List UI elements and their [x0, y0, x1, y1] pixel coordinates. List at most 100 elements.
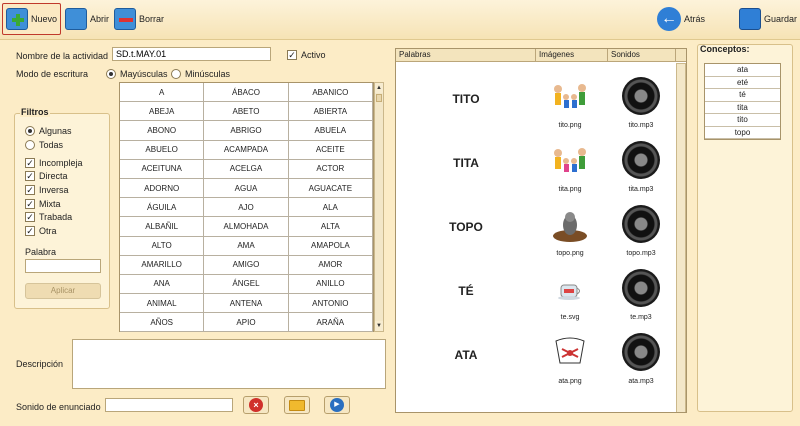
back-button[interactable]: ← Atrás	[654, 3, 708, 35]
delete-button[interactable]: Borrar	[111, 3, 167, 35]
active-checkbox[interactable]: ✓ Activo	[287, 48, 326, 62]
all-label: Todas	[39, 140, 64, 150]
row-sound[interactable]: topo.mp3	[610, 199, 672, 263]
save-button[interactable]: Guardar	[736, 3, 800, 35]
header-words[interactable]: Palabras	[396, 49, 536, 61]
word-cell[interactable]: ANILLO	[288, 274, 373, 295]
clear-sound-button[interactable]: ×	[243, 396, 269, 414]
new-button[interactable]: Nuevo	[2, 3, 62, 35]
word-cell[interactable]: A	[120, 83, 205, 103]
word-cell[interactable]: ALTA	[288, 217, 373, 237]
play-sound-button[interactable]: ▶	[324, 396, 350, 414]
filter-check-0[interactable]: ✓ Incompleja	[25, 156, 83, 170]
some-radio[interactable]: Algunas	[25, 124, 72, 138]
table-scrollbar[interactable]	[676, 63, 686, 412]
table-row[interactable]: TÉ te.svg te.mp3	[396, 263, 676, 327]
filter-check-3[interactable]: ✓ Mixta	[25, 197, 83, 211]
apply-button[interactable]: Aplicar	[25, 283, 101, 299]
word-filter-label: Palabra	[25, 247, 57, 257]
word-cell[interactable]: AMA	[204, 236, 289, 256]
word-cell[interactable]: ANA	[120, 274, 205, 295]
word-cell[interactable]: AMARILLO	[120, 255, 205, 275]
table-row[interactable]: TOPO topo.png topo.mp3	[396, 199, 676, 263]
word-cell[interactable]: AJO	[204, 198, 289, 218]
word-filter-input[interactable]	[25, 259, 101, 273]
word-cell[interactable]: ABEJA	[120, 102, 205, 122]
row-image[interactable]: tito.png	[536, 71, 604, 135]
word-cell[interactable]: ACAMPADA	[204, 140, 289, 160]
word-cell[interactable]: ACEITE	[288, 140, 373, 160]
word-cell[interactable]: ANTENA	[204, 294, 289, 314]
row-sound[interactable]: te.mp3	[610, 263, 672, 327]
word-cell[interactable]: ABONO	[120, 121, 205, 141]
row-sound[interactable]: tito.mp3	[610, 71, 672, 135]
new-label: Nuevo	[31, 14, 58, 24]
sound-filename: tito.mp3	[628, 122, 654, 129]
scroll-down-icon[interactable]: ▼	[375, 321, 383, 331]
row-image[interactable]: ata.png	[536, 327, 604, 391]
word-cell[interactable]: APIO	[204, 313, 289, 333]
row-sound[interactable]: ata.mp3	[610, 327, 672, 391]
word-cell[interactable]: AMIGO	[204, 255, 289, 275]
image-filename: tito.png	[558, 122, 582, 129]
word-cell[interactable]: ADORNO	[120, 178, 205, 199]
open-button[interactable]: Abrir	[62, 3, 112, 35]
word-cell[interactable]: ANTONIO	[288, 294, 373, 314]
concept-item[interactable]: tito	[705, 114, 780, 127]
concept-item[interactable]: topo	[705, 127, 780, 139]
concept-item[interactable]: té	[705, 89, 780, 102]
uppercase-radio[interactable]: Mayúsculas	[106, 67, 168, 81]
filter-check-5[interactable]: ✓ Otra	[25, 224, 83, 238]
row-image[interactable]: topo.png	[536, 199, 604, 263]
header-images[interactable]: Imágenes	[536, 49, 608, 61]
word-cell[interactable]: ALMOHADA	[204, 217, 289, 237]
word-cell[interactable]: AGUACATE	[288, 178, 373, 199]
filter-check-4[interactable]: ✓ Trabada	[25, 210, 83, 224]
word-cell[interactable]: ABUELO	[120, 140, 205, 160]
open-label: Abrir	[90, 14, 110, 24]
word-cell[interactable]: ANIMAL	[120, 294, 205, 314]
word-cell[interactable]: ALBAÑIL	[120, 217, 205, 237]
row-word: TITO	[452, 92, 480, 106]
word-cell[interactable]: ABANICO	[288, 83, 373, 103]
word-cell[interactable]: ÁNGEL	[204, 274, 289, 295]
word-cell[interactable]: AÑOS	[120, 313, 205, 333]
table-row[interactable]: TITO tito.png tito.mp3	[396, 71, 676, 135]
word-cell[interactable]: ACEITUNA	[120, 159, 205, 179]
word-cell[interactable]: AMAPOLA	[288, 236, 373, 256]
table-row[interactable]: ATA ata.png ata.mp3	[396, 327, 676, 391]
scroll-thumb[interactable]	[376, 94, 382, 102]
word-cell[interactable]: ÁGUILA	[120, 198, 205, 218]
word-cell[interactable]: ACTOR	[288, 159, 373, 179]
word-cell[interactable]: ABIERTA	[288, 102, 373, 122]
word-cell[interactable]: ALA	[288, 198, 373, 218]
word-cell[interactable]: ACELGA	[204, 159, 289, 179]
activity-name-input[interactable]	[112, 47, 271, 61]
word-cell[interactable]: AGUA	[204, 178, 289, 199]
word-cell[interactable]: ABETO	[204, 102, 289, 122]
scroll-up-icon[interactable]: ▲	[375, 83, 383, 93]
concept-item[interactable]: tita	[705, 102, 780, 114]
word-cell[interactable]: ABRIGO	[204, 121, 289, 141]
lowercase-radio[interactable]: Minúsculas	[171, 67, 230, 81]
concept-item[interactable]: ata	[705, 64, 780, 77]
description-textarea[interactable]	[72, 339, 386, 389]
row-sound[interactable]: tita.mp3	[610, 135, 672, 199]
word-cell[interactable]: ABUELA	[288, 121, 373, 141]
concept-item[interactable]: eté	[705, 77, 780, 89]
filter-check-1[interactable]: ✓ Directa	[25, 170, 83, 184]
header-sounds[interactable]: Sonidos	[608, 49, 676, 61]
word-cell[interactable]: ÁBACO	[204, 83, 289, 103]
word-cell[interactable]: ARAÑA	[288, 313, 373, 333]
words-scrollbar[interactable]: ▲ ▼	[374, 82, 384, 332]
word-cell[interactable]: AMOR	[288, 255, 373, 275]
statement-sound-input[interactable]	[105, 398, 233, 412]
filter-check-2[interactable]: ✓ Inversa	[25, 183, 83, 197]
table-row[interactable]: TITA tita.png tita.mp3	[396, 135, 676, 199]
row-image[interactable]: tita.png	[536, 135, 604, 199]
browse-sound-button[interactable]	[284, 396, 310, 414]
image-filename: te.svg	[560, 314, 580, 321]
all-radio[interactable]: Todas	[25, 138, 63, 152]
word-cell[interactable]: ALTO	[120, 236, 205, 256]
row-image[interactable]: te.svg	[536, 263, 604, 327]
